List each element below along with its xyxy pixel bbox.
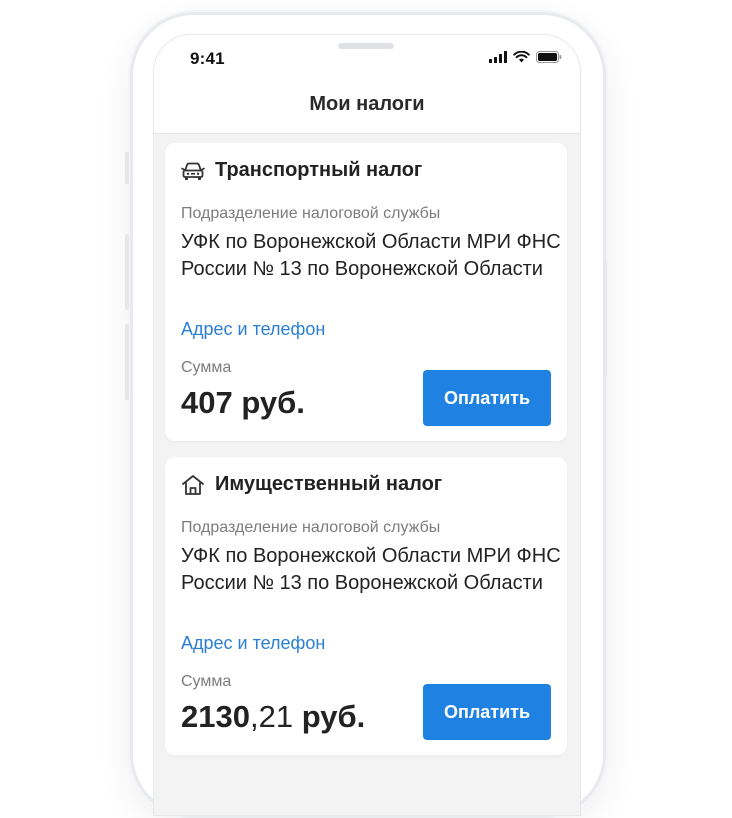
sum-integer: 407 bbox=[181, 385, 233, 420]
sum-label: Сумма bbox=[181, 359, 232, 376]
wifi-icon bbox=[513, 51, 530, 63]
sum-value: 2130,21 руб. bbox=[181, 699, 365, 735]
speaker-notch bbox=[338, 43, 394, 49]
sum-fraction: ,21 bbox=[249, 699, 294, 734]
department-label: Подразделение налоговой службы bbox=[181, 205, 441, 222]
tax-card-header: Транспортный налог bbox=[181, 159, 422, 182]
tax-card-header: Имущественный налог bbox=[181, 473, 442, 496]
house-icon bbox=[182, 474, 204, 495]
battery-icon bbox=[536, 51, 562, 63]
phone-side-button-volume-down bbox=[125, 324, 129, 400]
phone-side-button-mute bbox=[125, 152, 129, 184]
department-name: УФК по Воронежской Области МРИ ФНС Росси… bbox=[181, 231, 561, 280]
navigation-bar: Мои налоги bbox=[154, 83, 580, 134]
address-phone-link[interactable]: Адрес и телефон bbox=[181, 319, 325, 340]
tax-card-transport: Транспортный налог Подразделение налогов… bbox=[165, 143, 567, 441]
car-icon bbox=[181, 162, 205, 180]
status-time: 9:41 bbox=[190, 49, 225, 68]
sum-currency: руб. bbox=[293, 699, 366, 734]
department-label: Подразделение налоговой службы bbox=[181, 519, 441, 536]
sum-integer: 2130 bbox=[181, 699, 250, 734]
address-phone-link[interactable]: Адрес и телефон bbox=[181, 633, 325, 654]
tax-card-title: Транспортный налог bbox=[215, 159, 423, 181]
status-icons bbox=[489, 51, 562, 63]
sum-currency: руб. bbox=[232, 385, 305, 420]
tax-card-title: Имущественный налог bbox=[215, 473, 443, 495]
phone-side-button-power bbox=[603, 260, 607, 376]
cellular-signal-icon bbox=[489, 51, 507, 63]
sum-value: 407 руб. bbox=[181, 385, 305, 421]
phone-screen: 9:41 Мои налоги Транспортный налог Подра… bbox=[153, 34, 581, 816]
tax-card-property: Имущественный налог Подразделение налого… bbox=[165, 457, 567, 755]
department-name: УФК по Воронежской Области МРИ ФНС Росси… bbox=[181, 545, 561, 594]
status-bar: 9:41 bbox=[154, 35, 580, 83]
sum-label: Сумма bbox=[181, 673, 232, 690]
pay-button[interactable]: Оплатить bbox=[423, 370, 551, 426]
pay-button[interactable]: Оплатить bbox=[423, 684, 551, 740]
phone-side-button-volume-up bbox=[125, 234, 129, 310]
page-title: Мои налоги bbox=[309, 93, 425, 115]
